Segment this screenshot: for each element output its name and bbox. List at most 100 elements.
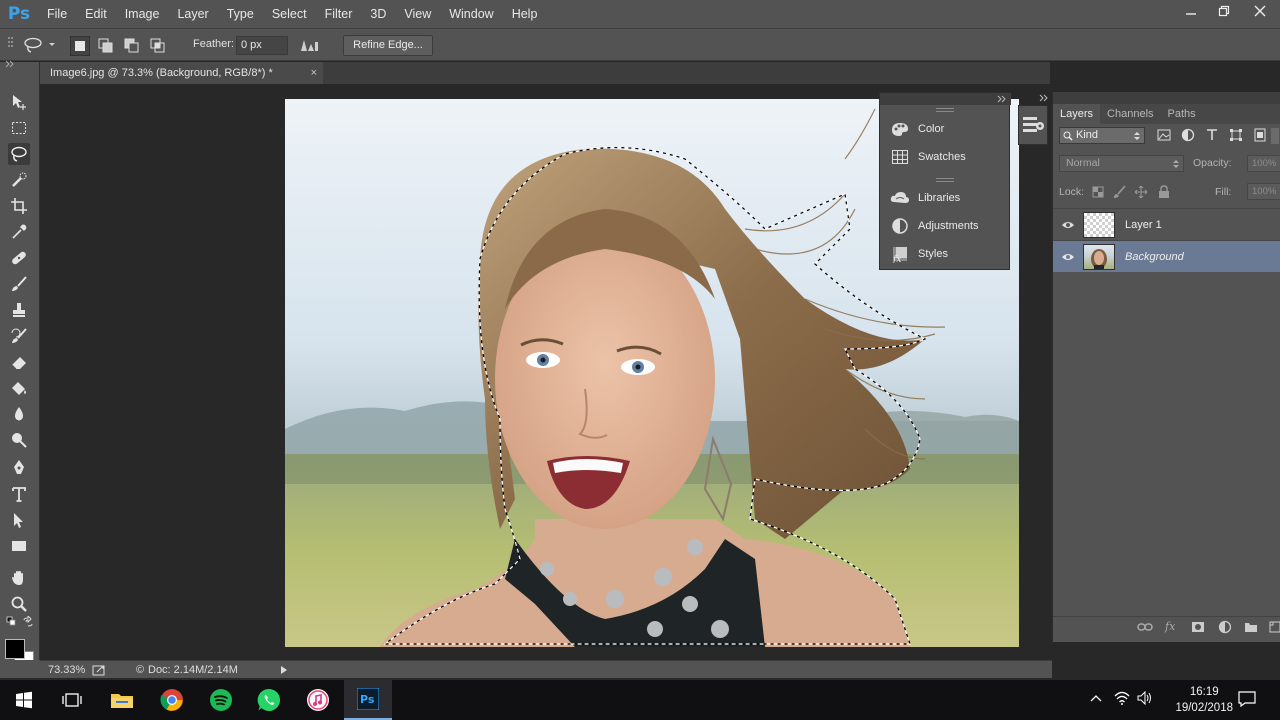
close-icon[interactable] bbox=[1240, 0, 1280, 22]
move-tool-icon[interactable] bbox=[8, 91, 30, 113]
layer-row-background[interactable]: Background bbox=[1053, 240, 1280, 272]
opacity-input[interactable]: 100% bbox=[1247, 155, 1280, 172]
panel-libraries[interactable]: Libraries bbox=[880, 185, 1011, 211]
zoom-tool-icon[interactable] bbox=[8, 593, 30, 615]
crop-tool-icon[interactable] bbox=[8, 195, 30, 217]
menu-3d[interactable]: 3D bbox=[361, 0, 395, 28]
add-mask-icon[interactable] bbox=[1191, 621, 1205, 636]
layer-row-layer-1[interactable]: Layer 1 bbox=[1053, 208, 1280, 240]
fill-input[interactable]: 100% bbox=[1247, 183, 1280, 200]
itunes-icon[interactable] bbox=[294, 680, 342, 720]
paint-bucket-tool-icon[interactable] bbox=[8, 377, 30, 399]
panel-color[interactable]: Color bbox=[880, 116, 1011, 142]
show-hidden-icons-chevron-icon[interactable] bbox=[1090, 693, 1102, 706]
tab-paths[interactable]: Paths bbox=[1161, 104, 1203, 124]
foreground-color-swatch[interactable] bbox=[5, 639, 25, 659]
pen-tool-icon[interactable] bbox=[8, 457, 30, 479]
new-group-icon[interactable] bbox=[1244, 621, 1258, 636]
eraser-tool-icon[interactable] bbox=[8, 351, 30, 373]
menu-window[interactable]: Window bbox=[440, 0, 502, 28]
fx-icon[interactable]: fx bbox=[1165, 620, 1175, 633]
spotify-icon[interactable] bbox=[197, 680, 245, 720]
panel-adjustments[interactable]: Adjustments bbox=[880, 213, 1011, 239]
document-tab[interactable]: Image6.jpg @ 73.3% (Background, RGB/8*) … bbox=[40, 62, 323, 84]
filter-adjustment-icon[interactable] bbox=[1181, 128, 1195, 145]
lasso-tool-icon[interactable] bbox=[8, 143, 30, 165]
link-layers-icon[interactable] bbox=[1137, 621, 1153, 636]
intersect-selection-icon[interactable] bbox=[149, 37, 167, 58]
visibility-eye-icon[interactable] bbox=[1053, 220, 1083, 230]
lock-position-icon[interactable] bbox=[1134, 185, 1148, 202]
lock-image-icon[interactable] bbox=[1113, 185, 1127, 202]
new-selection-icon[interactable] bbox=[70, 36, 90, 56]
toolbar-collapse-icon[interactable] bbox=[3, 60, 25, 74]
filter-shape-icon[interactable] bbox=[1229, 128, 1243, 145]
close-tab-icon[interactable]: × bbox=[311, 62, 317, 84]
lasso-preset-icon[interactable] bbox=[22, 37, 56, 56]
task-view-icon[interactable] bbox=[48, 680, 96, 720]
type-tool-icon[interactable] bbox=[8, 483, 30, 505]
system-clock[interactable]: 16:19 19/02/2018 bbox=[1175, 684, 1233, 716]
healing-brush-tool-icon[interactable] bbox=[8, 247, 30, 269]
quick-selection-tool-icon[interactable] bbox=[8, 169, 30, 191]
network-icon[interactable] bbox=[1114, 691, 1130, 708]
refine-edge-button[interactable]: Refine Edge... bbox=[343, 35, 433, 56]
hand-tool-icon[interactable] bbox=[8, 567, 30, 589]
status-menu-arrow-icon[interactable] bbox=[280, 665, 288, 678]
tab-channels[interactable]: Channels bbox=[1100, 104, 1160, 124]
menu-edit[interactable]: Edit bbox=[76, 0, 116, 28]
eyedropper-tool-icon[interactable] bbox=[8, 221, 30, 243]
file-explorer-icon[interactable] bbox=[98, 680, 146, 720]
whatsapp-icon[interactable] bbox=[245, 680, 293, 720]
subtract-from-selection-icon[interactable] bbox=[123, 37, 141, 58]
panel-grip-icon[interactable] bbox=[936, 178, 954, 182]
filter-toggle[interactable] bbox=[1271, 128, 1279, 144]
tab-layers[interactable]: Layers bbox=[1053, 104, 1101, 124]
photoshop-icon[interactable]: Ps bbox=[344, 680, 392, 720]
filter-kind-select[interactable]: Kind bbox=[1059, 127, 1145, 144]
lock-all-icon[interactable] bbox=[1157, 185, 1171, 202]
windows-start-icon[interactable] bbox=[0, 680, 48, 720]
blend-mode-select[interactable]: Normal bbox=[1059, 155, 1184, 172]
panel-swatches[interactable]: Swatches bbox=[880, 144, 1011, 170]
menu-select[interactable]: Select bbox=[263, 0, 316, 28]
restore-icon[interactable] bbox=[1207, 0, 1240, 22]
menu-layer[interactable]: Layer bbox=[168, 0, 217, 28]
menu-help[interactable]: Help bbox=[503, 0, 547, 28]
share-icon[interactable] bbox=[92, 664, 106, 679]
swap-colors-icon[interactable] bbox=[20, 616, 42, 631]
blur-tool-icon[interactable] bbox=[8, 403, 30, 425]
dodge-tool-icon[interactable] bbox=[8, 429, 30, 451]
rectangle-tool-icon[interactable] bbox=[8, 535, 30, 557]
filter-smart-object-icon[interactable] bbox=[1253, 128, 1267, 145]
lock-transparent-icon[interactable] bbox=[1091, 185, 1105, 202]
new-adjustment-layer-icon[interactable] bbox=[1218, 620, 1232, 637]
marquee-tool-icon[interactable] bbox=[8, 117, 30, 139]
clone-stamp-tool-icon[interactable] bbox=[8, 299, 30, 321]
feather-input[interactable]: 0 px bbox=[236, 36, 288, 55]
zoom-level[interactable]: 73.33% bbox=[48, 664, 85, 676]
anti-alias-icon[interactable] bbox=[300, 38, 320, 55]
filter-type-icon[interactable] bbox=[1205, 128, 1219, 145]
filter-pixel-icon[interactable] bbox=[1157, 128, 1171, 145]
history-brush-tool-icon[interactable] bbox=[8, 325, 30, 347]
menu-filter[interactable]: Filter bbox=[316, 0, 362, 28]
visibility-eye-icon[interactable] bbox=[1053, 252, 1083, 262]
path-selection-tool-icon[interactable] bbox=[8, 509, 30, 531]
chrome-icon[interactable] bbox=[148, 680, 196, 720]
panel-grip-icon[interactable] bbox=[936, 108, 954, 112]
menu-view[interactable]: View bbox=[395, 0, 440, 28]
menu-type[interactable]: Type bbox=[218, 0, 263, 28]
add-to-selection-icon[interactable] bbox=[97, 37, 115, 58]
dock-header[interactable] bbox=[880, 93, 1011, 105]
action-center-icon[interactable] bbox=[1238, 691, 1256, 710]
properties-icon[interactable] bbox=[1021, 114, 1045, 139]
layers-panel-header[interactable] bbox=[1039, 92, 1280, 104]
volume-icon[interactable] bbox=[1137, 690, 1153, 708]
minimize-icon[interactable] bbox=[1174, 0, 1207, 22]
new-layer-icon[interactable] bbox=[1269, 621, 1280, 636]
menu-file[interactable]: File bbox=[38, 0, 76, 28]
menu-image[interactable]: Image bbox=[116, 0, 169, 28]
panel-styles[interactable]: fx Styles bbox=[880, 241, 1011, 267]
brush-tool-icon[interactable] bbox=[8, 273, 30, 295]
